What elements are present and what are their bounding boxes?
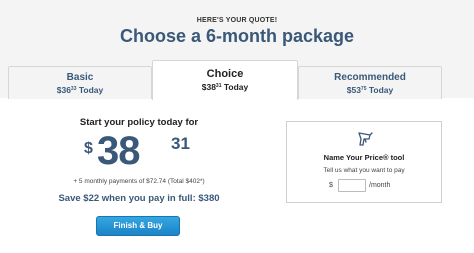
finish-and-buy-button[interactable]: Finish & Buy: [96, 216, 180, 236]
tab-basic[interactable]: Basic $3633 Today: [8, 66, 152, 99]
price-gun-icon: [356, 130, 374, 148]
desired-price-input[interactable]: [338, 179, 366, 192]
monthly-payments-text: + 5 monthly payments of $72.74 (Total $4…: [73, 178, 205, 185]
tab-recommended-label: Recommended: [334, 72, 406, 83]
pay-in-full-savings: Save $22 when you pay in full: $380: [58, 193, 220, 204]
tab-basic-price: $3633 Today: [56, 85, 104, 95]
name-your-price-panel: Name Your Price® tool Tell us what you w…: [286, 121, 442, 203]
big-price-cents: 31: [171, 134, 190, 153]
page-title: Choose a 6-month package: [119, 26, 355, 46]
name-your-price-title: Name Your Price® tool: [323, 153, 405, 162]
tab-recommended-price: $5375 Today: [346, 85, 394, 95]
tab-choice[interactable]: Choice $3831 Today: [152, 60, 298, 100]
per-month-label: /month: [369, 182, 391, 189]
currency-symbol: $: [329, 182, 333, 189]
tab-basic-label: Basic: [66, 72, 94, 83]
big-price-dollars: 38: [97, 129, 140, 173]
tab-choice-label: Choice: [206, 68, 244, 80]
tab-choice-price: $3831 Today: [201, 82, 249, 92]
start-policy-text: Start your policy today for: [79, 117, 199, 128]
quote-eyebrow: HERE'S YOUR QUOTE!: [196, 17, 278, 24]
name-your-price-subtitle: Tell us what you want to pay: [323, 167, 405, 174]
tab-recommended[interactable]: Recommended $5375 Today: [298, 66, 442, 99]
big-price-dollar-sign: $: [84, 140, 93, 157]
